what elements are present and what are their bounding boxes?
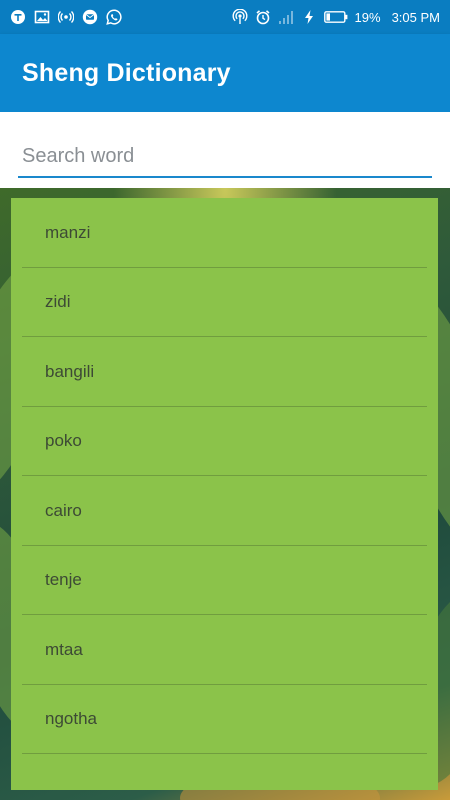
word-list-item[interactable]: zidi <box>11 268 438 338</box>
word-label: cairo <box>45 500 82 520</box>
word-list-item[interactable]: bangili <box>11 337 438 407</box>
battery-percent: 19% <box>354 9 381 25</box>
word-label: manzi <box>45 222 91 242</box>
charging-icon <box>301 9 317 25</box>
word-list-item[interactable]: poko <box>11 407 438 477</box>
word-label: zidi <box>45 292 71 312</box>
word-list-item[interactable]: ngotha <box>11 685 438 755</box>
broadcast-icon <box>58 9 74 25</box>
word-list: manzi zidi bangili poko cairo tenje mtaa ngotha <box>11 198 438 790</box>
word-label: bangili <box>45 361 95 381</box>
word-list-item[interactable]: cairo <box>11 476 438 546</box>
status-bar: 19% 3:05 PM <box>0 0 450 34</box>
word-label: poko <box>45 431 82 451</box>
whatsapp-icon <box>106 9 122 25</box>
app-title: Sheng Dictionary <box>22 58 231 87</box>
word-list-item[interactable]: manzi <box>11 198 438 268</box>
word-label: tenje <box>45 570 82 590</box>
search-area <box>0 112 450 188</box>
signal-icon <box>278 9 294 25</box>
word-label: ngotha <box>45 709 97 729</box>
message-icon <box>82 9 98 25</box>
hotspot-icon <box>232 9 248 25</box>
t-icon <box>10 9 26 25</box>
alarm-icon <box>255 9 271 25</box>
word-list-item[interactable]: mtaa <box>11 615 438 685</box>
app-bar: Sheng Dictionary <box>0 34 450 112</box>
word-list-item[interactable]: tenje <box>11 546 438 616</box>
word-label: mtaa <box>45 639 83 659</box>
battery-icon <box>323 10 348 24</box>
clock: 3:05 PM <box>391 9 440 25</box>
search-input[interactable] <box>18 136 432 178</box>
image-icon <box>34 9 50 25</box>
